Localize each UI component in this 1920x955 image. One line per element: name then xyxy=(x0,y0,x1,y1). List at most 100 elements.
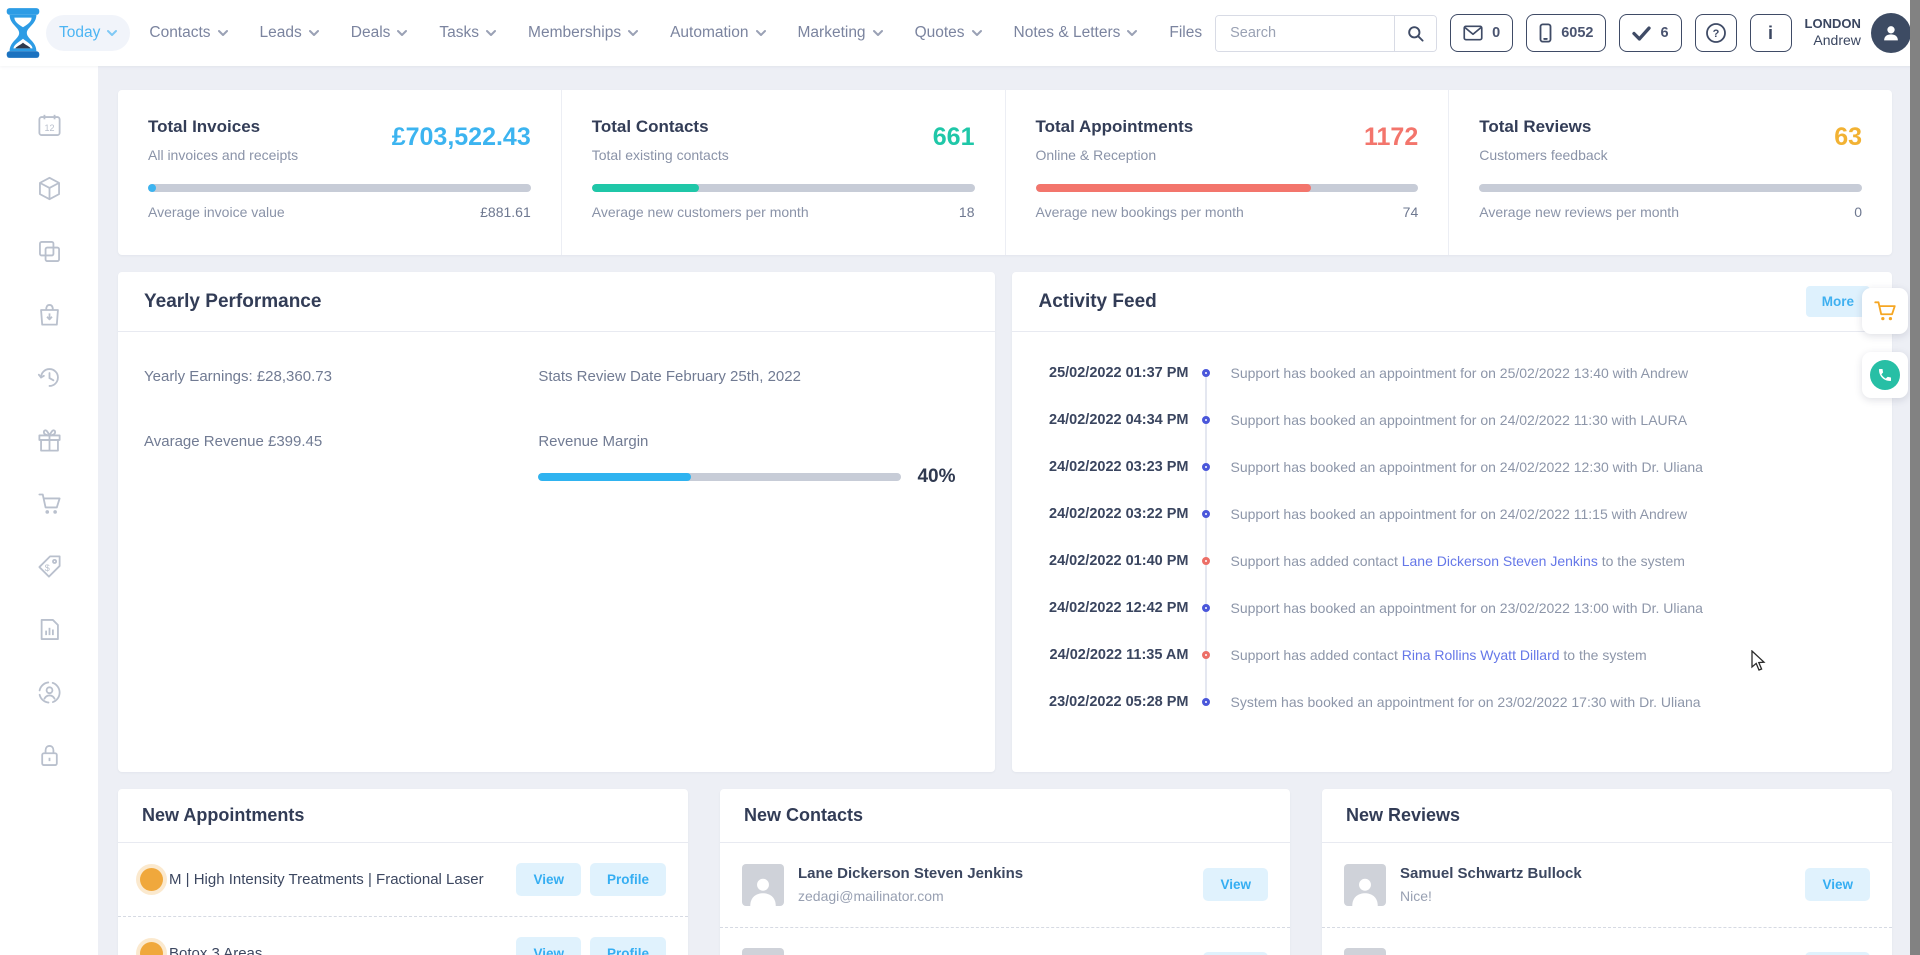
phone-count: 6052 xyxy=(1561,25,1593,41)
user-menu[interactable]: LONDON Andrew xyxy=(1805,13,1911,53)
view-button[interactable]: View xyxy=(516,937,581,955)
feed-text: System has booked an appointment for on … xyxy=(1230,694,1700,710)
nav-item-memberships[interactable]: Memberships xyxy=(515,15,651,51)
nav-label: Tasks xyxy=(439,24,479,42)
info-button[interactable]: i xyxy=(1750,14,1792,52)
contact-avatar xyxy=(742,948,784,955)
feed-time: 23/02/2022 05:28 PM xyxy=(1038,694,1188,710)
more-button[interactable]: More xyxy=(1806,286,1870,317)
history-icon[interactable] xyxy=(36,364,63,391)
help-button[interactable]: ? xyxy=(1695,14,1737,52)
panel-title: New Appointments xyxy=(142,805,304,826)
timeline-marker-icon xyxy=(1202,604,1210,612)
nav-item-notes-letters[interactable]: Notes & Letters xyxy=(1001,15,1151,51)
gift-icon[interactable] xyxy=(36,427,63,454)
review-comment: Nice! xyxy=(1400,886,1796,907)
progress-track xyxy=(1479,184,1862,192)
progress-track xyxy=(148,184,531,192)
revenue-margin-label: Revenue Margin xyxy=(538,433,955,450)
stat-card-appointments: Total Appointments Online & Reception 11… xyxy=(1006,90,1450,255)
stat-bottom-label: Average new reviews per month xyxy=(1479,204,1679,220)
stat-subtitle: Customers feedback xyxy=(1479,147,1607,163)
stat-card-invoices: Total Invoices All invoices and receipts… xyxy=(118,90,562,255)
copy-icon[interactable] xyxy=(36,238,63,265)
nav-item-leads[interactable]: Leads xyxy=(247,15,332,51)
feed-time: 25/02/2022 01:37 PM xyxy=(1038,365,1188,381)
review-row: Samuel Schwartz Bullock Nice! View xyxy=(1322,843,1892,927)
cart-icon[interactable] xyxy=(36,490,63,517)
stat-subtitle: All invoices and receipts xyxy=(148,147,298,163)
stat-bottom-value: £881.61 xyxy=(480,204,531,220)
feed-contact-link[interactable]: Lane Dickerson Steven Jenkins xyxy=(1402,553,1598,569)
feed-time: 24/02/2022 11:35 AM xyxy=(1038,647,1188,663)
svg-text:?: ? xyxy=(1712,28,1719,40)
phone-icon xyxy=(1870,360,1900,390)
nav-item-today[interactable]: Today xyxy=(46,15,130,51)
left-sidebar: 12 xyxy=(0,66,98,955)
stat-value: 63 xyxy=(1834,123,1862,152)
contact-avatar xyxy=(742,864,784,906)
search-button[interactable] xyxy=(1394,16,1436,51)
nav-item-tasks[interactable]: Tasks xyxy=(426,15,509,51)
view-button[interactable]: View xyxy=(1203,868,1268,901)
feed-item: 24/02/2022 11:35 AM Support has added co… xyxy=(1038,631,1872,678)
svg-text:12: 12 xyxy=(44,123,54,133)
call-floating-button[interactable] xyxy=(1862,352,1908,398)
hourglass-logo-icon xyxy=(0,7,46,59)
appointment-row: M | High Intensity Treatments | Fraction… xyxy=(118,843,688,916)
phone-counter-button[interactable]: 6052 xyxy=(1526,14,1606,52)
avatar[interactable] xyxy=(1871,13,1911,53)
chevron-down-icon xyxy=(309,28,319,38)
feed-item: 25/02/2022 01:37 PM Support has booked a… xyxy=(1038,349,1872,396)
chevron-down-icon xyxy=(1127,28,1137,38)
view-button[interactable]: View xyxy=(516,863,581,896)
feed-text: Support has booked an appointment for on… xyxy=(1230,506,1687,522)
progress-fill xyxy=(1036,184,1312,192)
bag-icon[interactable] xyxy=(36,301,63,328)
profile-button[interactable]: Profile xyxy=(590,863,666,896)
nav-item-files[interactable]: Files xyxy=(1156,15,1215,51)
new-appointments-panel: New Appointments M | High Intensity Trea… xyxy=(118,789,688,955)
chevron-down-icon xyxy=(873,28,883,38)
calendar-icon[interactable]: 12 xyxy=(36,112,63,139)
reviewer-name: Samuel Schwartz Bullock xyxy=(1400,863,1796,886)
report-icon[interactable] xyxy=(36,616,63,643)
mail-counter-button[interactable]: 0 xyxy=(1450,14,1513,52)
info-icon: i xyxy=(1768,23,1773,44)
nav-item-automation[interactable]: Automation xyxy=(657,15,778,51)
feed-contact-link[interactable]: Rina Rollins Wyatt Dillard xyxy=(1402,647,1560,663)
chevron-down-icon xyxy=(486,28,496,38)
stat-title: Total Invoices xyxy=(148,117,298,137)
nav-item-quotes[interactable]: Quotes xyxy=(902,15,995,51)
nav-label: Contacts xyxy=(149,24,210,42)
revenue-margin-percent: 40% xyxy=(917,466,955,488)
panel-title: New Reviews xyxy=(1346,805,1460,826)
appointment-row: Botox 3 Areas View Profile xyxy=(118,916,688,955)
timeline-marker-icon xyxy=(1202,557,1210,565)
progress-fill xyxy=(592,184,699,192)
stat-bottom-value: 18 xyxy=(959,204,975,220)
feed-text: Support has booked an appointment for on… xyxy=(1230,365,1688,381)
stat-title: Total Appointments xyxy=(1036,117,1194,137)
feed-text-part: Support has booked an appointment for on… xyxy=(1230,506,1687,522)
feed-item: 24/02/2022 03:22 PM Support has booked a… xyxy=(1038,490,1872,537)
cart-floating-button[interactable] xyxy=(1862,288,1908,334)
profile-button[interactable]: Profile xyxy=(590,937,666,955)
tasks-counter-button[interactable]: 6 xyxy=(1619,14,1681,52)
feed-text-part: Support has booked an appointment for on… xyxy=(1230,459,1702,475)
view-button[interactable]: View xyxy=(1805,868,1870,901)
price-tag-icon[interactable]: $ xyxy=(36,553,63,580)
vertical-scrollbar[interactable] xyxy=(1910,0,1920,955)
check-icon xyxy=(1632,26,1651,41)
lock-icon[interactable] xyxy=(36,742,63,769)
nav-item-deals[interactable]: Deals xyxy=(338,15,421,51)
account-icon[interactable] xyxy=(36,679,63,706)
package-icon[interactable] xyxy=(36,175,63,202)
app-logo[interactable] xyxy=(0,7,46,59)
nav-item-marketing[interactable]: Marketing xyxy=(785,15,896,51)
person-silhouette-icon xyxy=(1348,872,1382,906)
search-input[interactable] xyxy=(1216,16,1394,51)
search-icon xyxy=(1406,24,1425,43)
nav-label: Memberships xyxy=(528,24,621,42)
nav-item-contacts[interactable]: Contacts xyxy=(136,15,240,51)
